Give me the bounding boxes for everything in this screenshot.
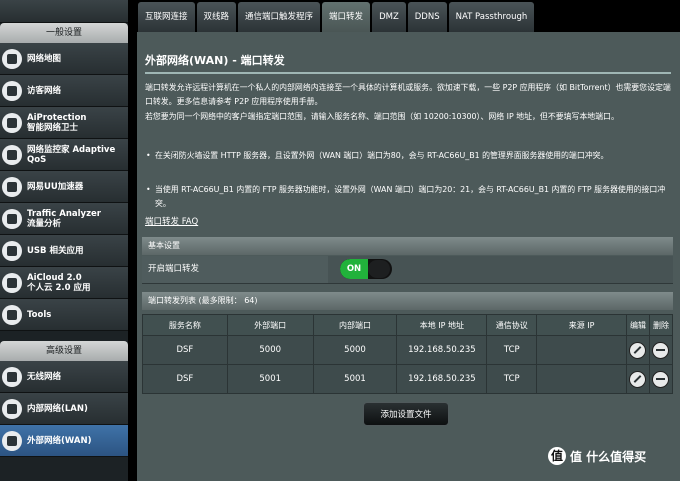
network-map-icon <box>2 48 22 69</box>
smzdm-logo-icon: 值 <box>548 447 566 465</box>
sidebar-item-aiprotection[interactable]: AiProtection 智能网络卫士 <box>0 107 128 139</box>
sidebar-item-label: AiCloud 2.0 个人云 2.0 应用 <box>27 272 91 293</box>
globe-icon <box>2 430 22 451</box>
sidebar-item-uu-accelerator[interactable]: 网易UU加速器 <box>0 171 128 203</box>
cell-service: DSF <box>142 364 228 394</box>
game-accelerator-icon <box>2 176 22 197</box>
cell-delete <box>648 335 674 365</box>
toggle-on-label: ON <box>340 259 368 279</box>
page-title: 外部网络(WAN) - 端口转发 <box>145 54 285 67</box>
port-forward-toggle[interactable]: ON <box>340 259 392 279</box>
tab-port-forwarding[interactable]: 端口转发 <box>322 2 371 32</box>
cell-delete <box>648 364 674 394</box>
cell-edit <box>625 335 650 365</box>
note-ftp-conflict: 当使用 RT-AC66U_B1 内置的 FTP 服务器功能时，设置外网（WAN … <box>145 183 673 212</box>
col-edit: 编辑 <box>625 314 650 336</box>
sidebar-item-usb[interactable]: USB 相关应用 <box>0 235 128 267</box>
col-protocol: 通信协议 <box>486 314 538 336</box>
title-divider <box>145 72 671 74</box>
sidebar-item-wireless[interactable]: 无线网络 <box>0 361 128 393</box>
cell-edit <box>625 364 650 394</box>
cloud-icon <box>2 272 22 293</box>
col-external-port: 外部端口 <box>226 314 314 336</box>
delete-icon[interactable] <box>652 341 670 359</box>
faq-link[interactable]: 端口转发 FAQ <box>145 215 198 227</box>
sidebar-item-label: 访客网络 <box>27 85 62 96</box>
basic-settings-header: 基本设置 <box>142 237 673 255</box>
sidebar-item-label: 网易UU加速器 <box>27 181 84 192</box>
advanced-settings-header: 高级设置 <box>0 341 128 361</box>
port-forward-table: 服务名称 外部端口 内部端口 本地 IP 地址 通信协议 来源 IP 编辑 删除… <box>142 314 674 394</box>
sidebar-item-label: Traffic Analyzer 流量分析 <box>27 208 101 229</box>
lan-icon <box>2 398 22 419</box>
add-profile-button[interactable]: 添加设置文件 <box>363 402 449 426</box>
tab-dual-wan[interactable]: 双线路 <box>196 2 237 32</box>
traffic-analyzer-icon <box>2 208 22 229</box>
cell-protocol: TCP <box>486 364 538 394</box>
sidebar-item-label: 无线网络 <box>27 371 62 382</box>
wrench-icon <box>2 304 22 325</box>
enable-port-forward-row: 开启端口转发 ON <box>142 256 673 284</box>
tab-dmz[interactable]: DMZ <box>372 2 406 32</box>
cell-local-ip: 192.168.50.235 <box>396 335 488 365</box>
delete-icon[interactable] <box>652 370 670 388</box>
watermark: 值 值 什么值得买 <box>548 447 646 465</box>
table-row: DSF 5000 5000 192.168.50.235 TCP <box>142 335 674 365</box>
cell-source-ip <box>536 335 627 365</box>
sidebar-item-label: 网络地图 <box>27 53 62 64</box>
sidebar-item-wan[interactable]: 外部网络(WAN) <box>0 425 128 457</box>
guest-network-icon <box>2 80 22 101</box>
sidebar-item-guest-network[interactable]: 访客网络 <box>0 75 128 107</box>
col-local-ip: 本地 IP 地址 <box>396 314 488 336</box>
sidebar-item-adaptive-qos[interactable]: 网络监控家 Adaptive QoS <box>0 139 128 171</box>
sidebar-item-traffic-analyzer[interactable]: Traffic Analyzer 流量分析 <box>0 203 128 235</box>
col-source-ip: 来源 IP <box>536 314 627 336</box>
gauge-icon <box>2 144 22 165</box>
sidebar-item-label: 网络监控家 Adaptive QoS <box>27 144 116 165</box>
wifi-icon <box>2 366 22 387</box>
edit-icon[interactable] <box>629 370 647 388</box>
col-service-name: 服务名称 <box>142 314 228 336</box>
sidebar-item-lan[interactable]: 内部网络(LAN) <box>0 393 128 425</box>
general-settings-header: 一般设置 <box>0 23 128 43</box>
tab-nat-passthrough[interactable]: NAT Passthrough <box>448 2 535 32</box>
cell-internal-port: 5001 <box>312 364 398 394</box>
main-panel: 外部网络(WAN) - 端口转发 端口转发允许远程计算机在一个私人的内部网络内连… <box>137 32 680 481</box>
tab-internet-connection[interactable]: 互联网连接 <box>138 2 195 32</box>
sidebar: 一般设置 网络地图 访客网络 AiProtection 智能网络卫士 网络监控家… <box>0 0 128 481</box>
cell-internal-port: 5000 <box>312 335 398 365</box>
toggle-knob <box>368 260 390 278</box>
usb-icon <box>2 240 22 261</box>
port-forward-list-header: 端口转发列表 (最多限制： 64) <box>142 292 673 310</box>
intro-text: 端口转发允许远程计算机在一个私人的内部网络内连接至一个具体的计算机或服务。欲加速… <box>145 83 671 121</box>
cell-local-ip: 192.168.50.235 <box>396 364 488 394</box>
note-http-conflict: 在关闭防火墙设置 HTTP 服务器，且设置外网（WAN 端口）端口为80，会与 … <box>145 149 673 164</box>
tab-ddns[interactable]: DDNS <box>407 2 447 32</box>
sidebar-item-tools[interactable]: Tools <box>0 299 128 331</box>
table-row: DSF 5001 5001 192.168.50.235 TCP <box>142 364 674 394</box>
sidebar-item-network-map[interactable]: 网络地图 <box>0 43 128 75</box>
cell-service: DSF <box>142 335 228 365</box>
sidebar-item-label: 内部网络(LAN) <box>27 403 88 414</box>
tab-bar: 互联网连接 双线路 通信端口触发程序 端口转发 DMZ DDNS NAT Pas… <box>138 2 535 32</box>
col-internal-port: 内部端口 <box>312 314 398 336</box>
sidebar-item-label: 外部网络(WAN) <box>27 435 92 446</box>
sidebar-item-label: AiProtection 智能网络卫士 <box>27 112 87 133</box>
sidebar-top-item[interactable] <box>0 0 128 23</box>
sidebar-item-aicloud[interactable]: AiCloud 2.0 个人云 2.0 应用 <box>0 267 128 299</box>
cell-protocol: TCP <box>486 335 538 365</box>
cell-external-port: 5001 <box>226 364 314 394</box>
cell-external-port: 5000 <box>226 335 314 365</box>
sidebar-item-label: USB 相关应用 <box>27 245 84 256</box>
col-delete: 删除 <box>648 314 674 336</box>
tab-port-trigger[interactable]: 通信端口触发程序 <box>238 2 321 32</box>
watermark-text: 值 什么值得买 <box>570 449 647 464</box>
enable-port-forward-label: 开启端口转发 <box>142 256 328 283</box>
shield-icon <box>2 112 22 133</box>
cell-source-ip <box>536 364 627 394</box>
sidebar-item-label: Tools <box>27 309 52 320</box>
edit-icon[interactable] <box>629 341 647 359</box>
